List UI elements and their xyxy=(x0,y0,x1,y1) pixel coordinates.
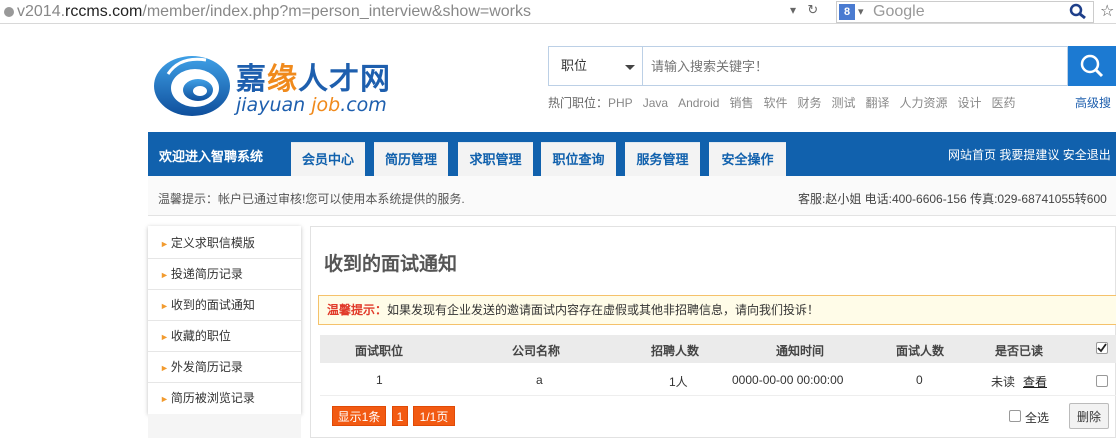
search-engine-placeholder: Google xyxy=(873,3,925,20)
tab-service-manage[interactable]: 服务管理 xyxy=(625,142,700,176)
cell-count: 0 xyxy=(916,373,923,387)
cell-position: 1 xyxy=(376,373,383,387)
hot-job-link[interactable]: 翻译 xyxy=(866,96,890,110)
search-icon[interactable] xyxy=(1068,2,1088,20)
sidebar-item-interview-notices[interactable]: ► 收到的面试通知 xyxy=(148,290,301,321)
sidebar-footer xyxy=(148,414,301,438)
column-header: 公司名称 xyxy=(512,344,561,358)
column-header: 面试职位 xyxy=(355,344,404,358)
logo-english-name: jiayuan job.com xyxy=(236,94,387,116)
history-dropdown-icon[interactable]: ▾ xyxy=(790,3,796,17)
header-select-checkbox[interactable] xyxy=(1096,342,1108,354)
logout-link[interactable]: 安全退出 xyxy=(1063,148,1111,162)
site-search: 职位 xyxy=(548,46,1116,86)
cell-time: 0000-00-00 00:00:00 xyxy=(732,373,844,387)
tab-resume-manage[interactable]: 简历管理 xyxy=(374,142,448,176)
column-header: 面试人数 xyxy=(896,344,945,358)
column-header: 是否已读 xyxy=(995,344,1044,358)
row-checkbox[interactable] xyxy=(1096,375,1108,387)
column-header: 招聘人数 xyxy=(651,344,700,358)
feedback-link[interactable]: 我要提建议 xyxy=(999,148,1059,162)
url-path: /member/index.php?m=person_interview&sho… xyxy=(142,3,532,20)
arrow-right-icon: ► xyxy=(160,332,169,342)
address-bar-controls: ▾ ↻ xyxy=(790,2,818,18)
nav-right-links: 网站首页 我要提建议 安全退出 xyxy=(948,146,1111,163)
hot-job-link[interactable]: 测试 xyxy=(831,96,855,110)
main-content: 收到的面试通知 温馨提示：如果发现有企业发送的邀请面试内容存在虚假或其他非招聘信… xyxy=(310,226,1116,438)
tab-member-center[interactable]: 会员中心 xyxy=(291,142,365,176)
sidebar-item-applied-records[interactable]: ► 投递简历记录 xyxy=(148,259,301,290)
hot-job-link[interactable]: 医药 xyxy=(992,96,1016,110)
hot-job-link[interactable]: Android xyxy=(678,96,719,110)
hot-job-link[interactable]: 软件 xyxy=(763,96,787,110)
hot-job-link[interactable]: PHP xyxy=(608,96,633,110)
address-bar[interactable]: v2014.rccms.com/member/index.php?m=perso… xyxy=(0,1,830,23)
sidebar-item-saved-jobs[interactable]: ► 收藏的职位 xyxy=(148,321,301,352)
pager-page-1[interactable]: 1 xyxy=(392,406,408,426)
nav-welcome: 欢迎进入智聘系统 xyxy=(159,149,264,164)
delete-button[interactable]: 删除 xyxy=(1069,403,1109,429)
hot-jobs-label: 热门职位： xyxy=(548,96,609,110)
search-button[interactable] xyxy=(1068,46,1116,86)
warning-notice: 温馨提示：如果发现有企业发送的邀请面试内容存在虚假或其他非招聘信息，请向我们投诉… xyxy=(318,295,1116,325)
hot-job-link[interactable]: 人力资源 xyxy=(900,96,948,110)
home-link[interactable]: 网站首页 xyxy=(948,148,996,162)
pager-page-info: 1/1页 xyxy=(413,406,455,426)
cell-recruit: 1人 xyxy=(669,375,688,389)
cell-read-status: 未读 xyxy=(991,375,1016,389)
reload-icon[interactable]: ↻ xyxy=(807,2,818,17)
row-divider xyxy=(320,395,1116,396)
bookmark-star-icon[interactable]: ☆ xyxy=(1100,1,1114,21)
checkmark-icon xyxy=(1097,343,1107,353)
page-title: 收到的面试通知 xyxy=(324,254,458,275)
search-icon xyxy=(1080,54,1104,78)
main-nav: 欢迎进入智聘系统 会员中心 简历管理 求职管理 职位查询 服务管理 安全操作 网… xyxy=(148,132,1116,176)
site-info-icon[interactable] xyxy=(4,6,14,17)
warning-text: 如果发现有企业发送的邀请面试内容存在虚假或其他非招聘信息，请向我们投诉！ xyxy=(387,303,820,317)
select-all-checkbox[interactable] xyxy=(1009,410,1021,422)
table-header: 面试职位 公司名称 招聘人数 通知时间 面试人数 是否已读 xyxy=(320,335,1116,363)
arrow-right-icon: ► xyxy=(160,301,169,311)
logo-chinese-name: 嘉缘人才网 xyxy=(236,62,391,97)
arrow-right-icon: ► xyxy=(160,239,169,249)
browser-toolbar: v2014.rccms.com/member/index.php?m=perso… xyxy=(0,0,1116,24)
search-category-select[interactable]: 职位 xyxy=(548,46,642,86)
hot-jobs: 热门职位：PHP Java Android 销售 软件 财务 测试 翻译 人力资源 设计 医药 xyxy=(548,94,1026,111)
google-icon[interactable]: 8 xyxy=(839,4,855,20)
search-input[interactable] xyxy=(642,46,1068,86)
sidebar-item-sent-resumes[interactable]: ► 外发简历记录 xyxy=(148,352,301,383)
pager-total: 显示1条 xyxy=(332,406,386,426)
arrow-right-icon: ► xyxy=(160,270,169,280)
arrow-right-icon: ► xyxy=(160,394,169,404)
hot-job-link[interactable]: 销售 xyxy=(729,96,753,110)
tab-job-seeking[interactable]: 求职管理 xyxy=(458,142,533,176)
hot-job-link[interactable]: 财务 xyxy=(797,96,821,110)
tab-job-search[interactable]: 职位查询 xyxy=(541,142,616,176)
hot-job-link[interactable]: 设计 xyxy=(958,96,982,110)
chevron-down-icon xyxy=(625,65,635,70)
sidebar-item-resume-views[interactable]: ► 简历被浏览记录 xyxy=(148,383,301,414)
sidebar: ► 定义求职信模版 ► 投递简历记录 ► 收到的面试通知 ► 收藏的职位 ► 外发简历记录… xyxy=(148,226,301,414)
hot-job-link[interactable]: Java xyxy=(643,96,668,110)
sidebar-item-cover-letter-template[interactable]: ► 定义求职信模版 xyxy=(148,228,301,259)
search-engine-dropdown-icon[interactable]: ▾ xyxy=(858,2,864,22)
select-all-label[interactable]: 全选 xyxy=(1025,409,1049,426)
logo-emblem-icon xyxy=(154,56,230,116)
account-notice: 温馨提示：帐户已通过审核!您可以使用本系统提供的服务. xyxy=(158,192,465,206)
view-link[interactable]: 查看 xyxy=(1023,373,1047,390)
notice-bar: 温馨提示：帐户已通过审核!您可以使用本系统提供的服务. 客服:赵小姐 电话:40… xyxy=(148,176,1116,216)
customer-service-info: 客服:赵小姐 电话:400-6606-156 传真:029-68741055转6… xyxy=(798,192,1107,206)
url-prefix: v2014. xyxy=(17,3,66,20)
column-header: 通知时间 xyxy=(776,344,825,358)
browser-search-box[interactable]: 8 ▾ Google xyxy=(836,1,1094,23)
cell-company: a xyxy=(536,373,543,387)
tab-security[interactable]: 安全操作 xyxy=(709,142,786,176)
warning-label: 温馨提示： xyxy=(327,303,388,317)
site-logo[interactable]: 嘉缘人才网 jiayuan job.com xyxy=(150,50,400,120)
arrow-right-icon: ► xyxy=(160,363,169,373)
url-domain: rccms.com xyxy=(65,3,143,20)
advanced-search-link[interactable]: 高级搜 xyxy=(1075,94,1111,111)
